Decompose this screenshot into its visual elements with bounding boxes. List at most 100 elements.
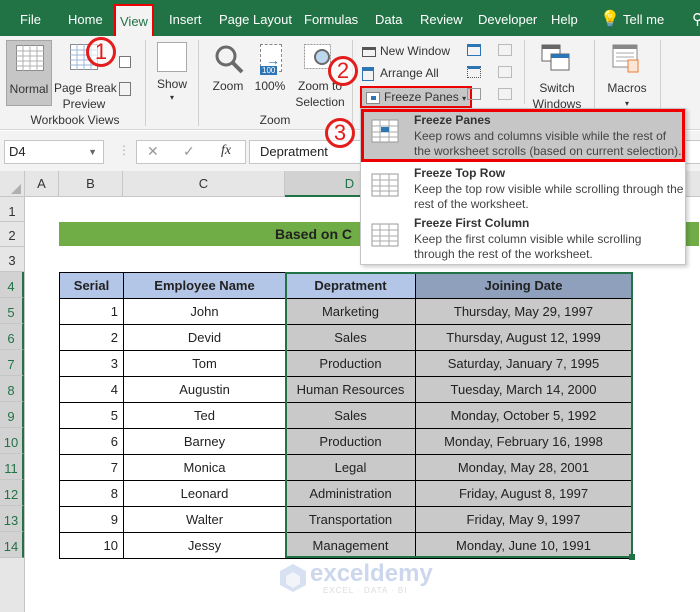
serial-cell[interactable]: 4 — [59, 376, 124, 403]
column-header-a[interactable]: A — [25, 171, 59, 197]
row-header[interactable]: 13 — [0, 506, 24, 532]
synchronous-scrolling-icon[interactable] — [498, 66, 512, 78]
new-window-icon — [362, 46, 376, 57]
tab-page-layout[interactable]: Page Layout — [215, 0, 296, 36]
show-icon — [157, 42, 187, 72]
freeze-panes-icon — [366, 91, 380, 104]
serial-cell[interactable]: 6 — [59, 428, 124, 455]
page-layout-view-icon[interactable] — [119, 56, 131, 68]
freeze-panes-menu: Freeze Panes Keep rows and columns visib… — [360, 108, 686, 265]
switch-windows-label-1: Switch — [539, 81, 575, 95]
employee-name-cell[interactable]: Ted — [123, 402, 286, 429]
serial-cell[interactable]: 2 — [59, 324, 124, 351]
fill-handle[interactable] — [629, 554, 635, 560]
exceldemy-logo-icon — [280, 564, 306, 592]
hide-icon[interactable] — [467, 66, 481, 78]
step-callout-1: 1 — [86, 37, 116, 67]
row-header[interactable]: 5 — [0, 298, 24, 324]
zoom-button[interactable]: Zoom — [208, 42, 248, 98]
row-header[interactable]: 4 — [0, 272, 24, 298]
freeze-first-column-icon — [371, 223, 399, 247]
unhide-icon[interactable] — [467, 88, 481, 100]
serial-cell[interactable]: 9 — [59, 506, 124, 533]
employee-name-cell[interactable]: Barney — [123, 428, 286, 455]
menu-item-freeze-first-column[interactable]: Freeze First Column Keep the first colum… — [361, 213, 685, 263]
row-header[interactable]: 1 — [0, 197, 24, 222]
tab-view[interactable]: View — [114, 4, 154, 38]
serial-cell[interactable]: 3 — [59, 350, 124, 377]
menu-item-title: Freeze Panes — [414, 113, 491, 127]
normal-view-button[interactable]: Normal — [6, 40, 52, 106]
menu-item-freeze-panes[interactable]: Freeze Panes Keep rows and columns visib… — [361, 109, 685, 162]
tab-home[interactable]: Home — [64, 0, 107, 36]
new-window-button[interactable]: New Window — [362, 42, 450, 60]
row-header[interactable]: 12 — [0, 480, 24, 506]
zoom-group-label: Zoom — [259, 113, 291, 127]
row-header[interactable]: 7 — [0, 350, 24, 376]
reset-window-position-icon[interactable] — [498, 88, 512, 100]
freeze-panes-button[interactable]: Freeze Panes ▾ — [360, 86, 473, 108]
serial-cell[interactable]: 10 — [59, 532, 124, 559]
split-icon[interactable] — [467, 44, 481, 56]
serial-cell[interactable]: 5 — [59, 402, 124, 429]
cancel-icon[interactable]: ✕ — [147, 143, 159, 160]
macros-button[interactable]: Macros ▾ — [602, 40, 652, 110]
employee-name-cell[interactable]: John — [123, 298, 286, 325]
serial-cell[interactable]: 1 — [59, 298, 124, 325]
employee-name-cell[interactable]: Devid — [123, 324, 286, 351]
show-button[interactable]: Show ▾ — [155, 40, 189, 102]
tab-data[interactable]: Data — [371, 0, 406, 36]
tab-formulas[interactable]: Formulas — [300, 0, 362, 36]
tab-help[interactable]: Help — [547, 0, 582, 36]
zoom-100-button[interactable]: → 100 100% — [252, 42, 288, 98]
employee-name-cell[interactable]: Tom — [123, 350, 286, 377]
row-header[interactable]: 6 — [0, 324, 24, 350]
user-icon[interactable]: ⚲ — [688, 0, 700, 36]
workbook-views-group-label: Workbook Views — [30, 113, 120, 127]
column-header-b[interactable]: B — [59, 171, 123, 197]
custom-views-icon[interactable] — [119, 82, 131, 96]
tab-insert[interactable]: Insert — [165, 0, 206, 36]
enter-icon[interactable]: ✓ — [183, 143, 195, 160]
column-header-c[interactable]: C — [123, 171, 285, 197]
view-side-by-side-icon[interactable] — [498, 44, 512, 56]
tell-me[interactable]: Tell me — [619, 0, 668, 36]
menu-item-desc: Keep rows and columns visible while the … — [414, 129, 682, 158]
row-header[interactable]: 10 — [0, 428, 24, 454]
macros-icon — [612, 44, 639, 73]
serial-cell[interactable]: 7 — [59, 454, 124, 481]
arrange-all-button[interactable]: Arrange All — [362, 64, 439, 82]
select-all-corner[interactable] — [0, 171, 25, 197]
tab-file[interactable]: File — [16, 0, 45, 36]
employee-name-cell[interactable]: Augustin — [123, 376, 286, 403]
chevron-down-icon: ▾ — [462, 94, 467, 103]
row-header[interactable]: 3 — [0, 247, 24, 272]
menu-item-freeze-top-row[interactable]: Freeze Top Row Keep the top row visible … — [361, 163, 685, 213]
employee-name-cell[interactable]: Jessy — [123, 532, 286, 559]
menu-bar: File Home View Insert Page Layout Formul… — [0, 0, 700, 38]
employee-name-cell[interactable]: Monica — [123, 454, 286, 481]
chevron-down-icon[interactable]: ▼ — [88, 141, 97, 163]
row-header[interactable]: 11 — [0, 454, 24, 480]
tab-review[interactable]: Review — [416, 0, 467, 36]
menu-item-desc: Keep the first column visible while scro… — [414, 232, 642, 261]
formula-buttons: ✕ ✓ fx — [136, 140, 246, 164]
new-window-label: New Window — [380, 44, 451, 58]
row-header[interactable]: 14 — [0, 532, 24, 558]
freeze-panes-label: Freeze Panes — [384, 90, 459, 104]
row-header[interactable]: 8 — [0, 376, 24, 402]
employee-name-cell[interactable]: Walter — [123, 506, 286, 533]
name-box[interactable]: D4 ▼ — [4, 140, 104, 164]
arrange-all-label: Arrange All — [380, 66, 439, 80]
row-headers: 1 2 3 4 5 6 7 8 9 10 11 12 13 14 — [0, 197, 25, 612]
row-header[interactable]: 9 — [0, 402, 24, 428]
tab-developer[interactable]: Developer — [474, 0, 541, 36]
drag-handle-icon[interactable]: ⋮ — [118, 143, 130, 157]
header-employee-name[interactable]: Employee Name — [123, 272, 286, 299]
insert-function-icon[interactable]: fx — [221, 143, 231, 159]
row-header[interactable]: 2 — [0, 222, 24, 247]
serial-cell[interactable]: 8 — [59, 480, 124, 507]
header-serial[interactable]: Serial — [59, 272, 124, 299]
switch-windows-button[interactable]: Switch Windows — [525, 40, 589, 111]
employee-name-cell[interactable]: Leonard — [123, 480, 286, 507]
